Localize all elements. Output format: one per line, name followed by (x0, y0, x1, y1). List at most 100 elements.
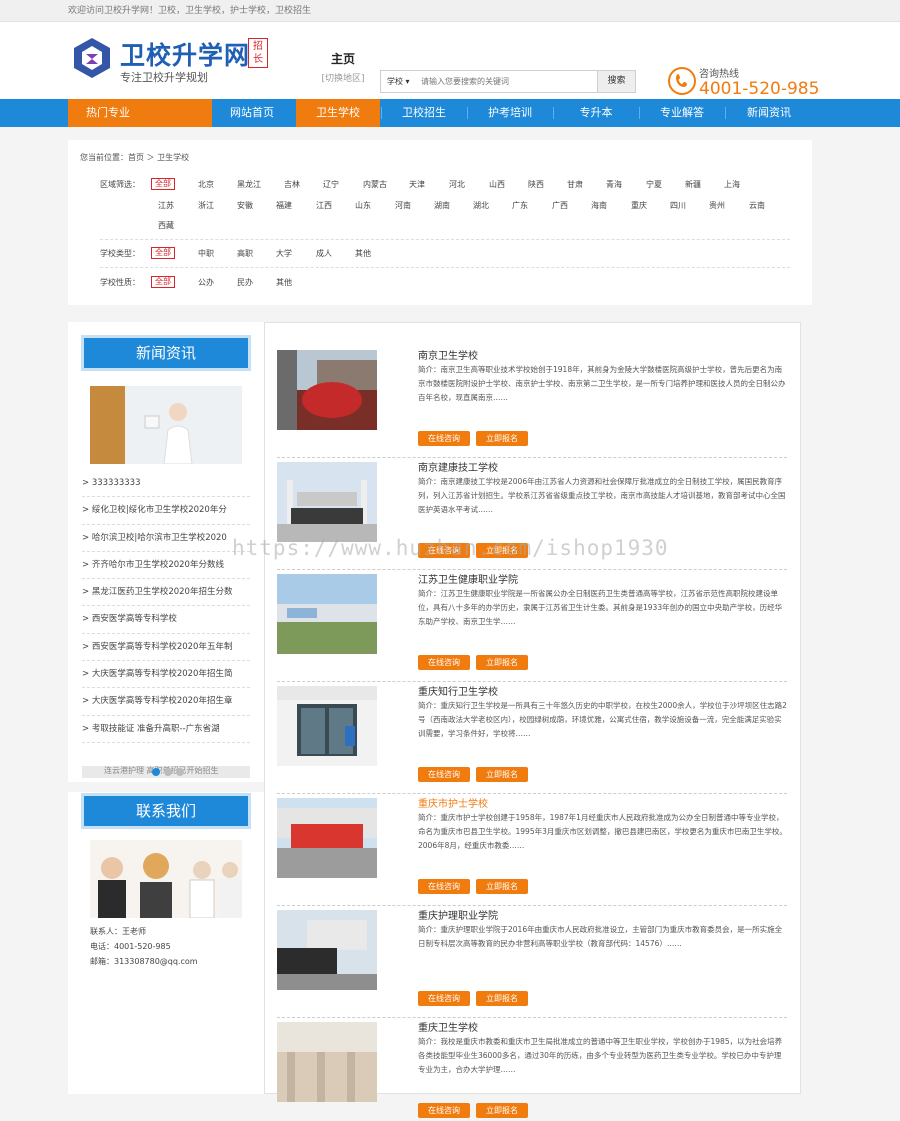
nav-admission[interactable]: 卫校招生 (382, 99, 466, 127)
nav-faq[interactable]: 专业解答 (640, 99, 724, 127)
region-option[interactable]: 甘肃 (567, 179, 583, 190)
school-thumbnail[interactable] (277, 798, 377, 878)
region-option[interactable]: 福建 (276, 200, 292, 211)
contact-email[interactable]: 邮箱：313308780@qq.com (90, 954, 198, 969)
type-option[interactable]: 成人 (316, 248, 332, 259)
type-option[interactable]: 全部 (151, 247, 175, 259)
news-item[interactable]: > 西安医学高等专科学校 (82, 606, 250, 634)
region-option[interactable]: 北京 (198, 179, 214, 190)
news-item[interactable]: > 哈尔滨卫校|哈尔滨市卫生学校2020 (82, 525, 250, 552)
apply-now-button[interactable]: 立即报名 (476, 431, 528, 446)
news-item[interactable]: > 考取技能证 准备升高职--广东省湖 (82, 716, 250, 743)
news-item[interactable]: > 333333333 (82, 470, 250, 498)
region-option[interactable]: 河南 (395, 200, 411, 211)
school-thumbnail[interactable] (277, 1022, 377, 1102)
slider-dot[interactable] (176, 768, 184, 776)
region-option[interactable]: 上海 (724, 179, 740, 190)
school-description: 简介：我校是重庆市教委和重庆市卫生局批准成立的普通中等卫生职业学校，学校创办于1… (418, 1037, 783, 1074)
search-input[interactable] (421, 71, 591, 92)
banner-slider[interactable]: 连云港护理 高职单招已开始招生 (82, 766, 250, 778)
region-option[interactable]: 海南 (591, 200, 607, 211)
school-name[interactable]: 重庆护理职业学院 (418, 907, 498, 922)
region-option[interactable]: 青海 (606, 179, 622, 190)
online-consult-button[interactable]: 在线咨询 (418, 1103, 470, 1118)
apply-now-button[interactable]: 立即报名 (476, 879, 528, 894)
school-thumbnail[interactable] (277, 350, 377, 430)
slider-dot[interactable] (152, 768, 160, 776)
apply-now-button[interactable]: 立即报名 (476, 655, 528, 670)
news-item[interactable]: > 大庆医学高等专科学校2020年招生章 (82, 688, 250, 716)
region-option[interactable]: 西藏 (158, 220, 174, 231)
news-item[interactable]: > 大庆医学高等专科学校2020年招生简 (82, 661, 250, 689)
nature-option[interactable]: 公办 (198, 277, 214, 288)
news-item[interactable]: > 绥化卫校|绥化市卫生学校2020年分 (82, 497, 250, 525)
region-option[interactable]: 贵州 (709, 200, 725, 211)
school-thumbnail[interactable] (277, 462, 377, 542)
online-consult-button[interactable]: 在线咨询 (418, 991, 470, 1006)
nav-upgrade[interactable]: 专升本 (554, 99, 638, 127)
region-option[interactable]: 重庆 (631, 200, 647, 211)
region-option[interactable]: 山东 (355, 200, 371, 211)
region-option[interactable]: 湖北 (473, 200, 489, 211)
nav-home[interactable]: 网站首页 (212, 99, 292, 127)
news-featured-image[interactable] (90, 386, 242, 465)
slider-dot[interactable] (164, 768, 172, 776)
online-consult-button[interactable]: 在线咨询 (418, 879, 470, 894)
apply-now-button[interactable]: 立即报名 (476, 1103, 528, 1118)
type-option[interactable]: 中职 (198, 248, 214, 259)
school-name[interactable]: 重庆市护士学校 (418, 795, 488, 810)
nav-exam-training[interactable]: 护考培训 (468, 99, 552, 127)
online-consult-button[interactable]: 在线咨询 (418, 431, 470, 446)
nav-health-schools[interactable]: 卫生学校 (296, 99, 380, 127)
apply-now-button[interactable]: 立即报名 (476, 991, 528, 1006)
school-thumbnail[interactable] (277, 910, 377, 990)
region-option[interactable]: 安徽 (237, 200, 253, 211)
region-option[interactable]: 内蒙古 (363, 179, 387, 190)
region-option[interactable]: 山西 (489, 179, 505, 190)
school-thumbnail[interactable] (277, 574, 377, 654)
online-consult-button[interactable]: 在线咨询 (418, 767, 470, 782)
type-option[interactable]: 高职 (237, 248, 253, 259)
nav-hot-majors[interactable]: 热门专业 (68, 99, 212, 127)
region-option[interactable]: 广东 (512, 200, 528, 211)
type-option[interactable]: 大学 (276, 248, 292, 259)
region-option[interactable]: 新疆 (685, 179, 701, 190)
region-option[interactable]: 浙江 (198, 200, 214, 211)
region-option[interactable]: 黑龙江 (237, 179, 261, 190)
school-name[interactable]: 重庆卫生学校 (418, 1019, 478, 1034)
region-option[interactable]: 陕西 (528, 179, 544, 190)
nature-option[interactable]: 全部 (151, 276, 175, 288)
site-logo[interactable]: 卫校升学网 招长 专注卫校升学规划 (68, 36, 268, 92)
search-button[interactable]: 搜索 (597, 71, 635, 92)
switch-region-link[interactable]: [切换地区] (318, 71, 368, 84)
region-option[interactable]: 广西 (552, 200, 568, 211)
news-item[interactable]: > 齐齐哈尔市卫生学校2020年分数线 (82, 552, 250, 580)
news-item[interactable]: > 黑龙江医药卫生学校2020年招生分数 (82, 579, 250, 607)
online-consult-button[interactable]: 在线咨询 (418, 655, 470, 670)
nature-option[interactable]: 民办 (237, 277, 253, 288)
school-thumbnail[interactable] (277, 686, 377, 766)
nature-option[interactable]: 其他 (276, 277, 292, 288)
school-name[interactable]: 南京卫生学校 (418, 347, 478, 362)
home-link[interactable]: 主页 (318, 50, 368, 67)
region-option[interactable]: 辽宁 (323, 179, 339, 190)
region-option[interactable]: 天津 (409, 179, 425, 190)
region-option[interactable]: 云南 (749, 200, 765, 211)
school-name[interactable]: 江苏卫生健康职业学院 (418, 571, 518, 586)
nav-news[interactable]: 新闻资讯 (726, 99, 812, 127)
region-option[interactable]: 全部 (151, 178, 175, 190)
news-item[interactable]: > 西安医学高等专科学校2020年五年制 (82, 634, 250, 662)
region-option[interactable]: 四川 (670, 200, 686, 211)
region-option[interactable]: 江西 (316, 200, 332, 211)
region-option[interactable]: 宁夏 (646, 179, 662, 190)
apply-now-button[interactable]: 立即报名 (476, 767, 528, 782)
region-option[interactable]: 湖南 (434, 200, 450, 211)
type-option[interactable]: 其他 (355, 248, 371, 259)
school-name[interactable]: 重庆知行卫生学校 (418, 683, 498, 698)
region-option[interactable]: 河北 (449, 179, 465, 190)
region-option[interactable]: 吉林 (284, 179, 300, 190)
region-option[interactable]: 江苏 (158, 200, 174, 211)
school-name[interactable]: 南京建康技工学校 (418, 459, 498, 474)
search-type-select[interactable]: 学校 ▾ (381, 71, 417, 92)
filter-panel: 您当前位置：首页 ＞ 卫生学校 区域筛选： 全部 北京 黑龙江 吉林 辽宁 内蒙… (68, 140, 812, 305)
